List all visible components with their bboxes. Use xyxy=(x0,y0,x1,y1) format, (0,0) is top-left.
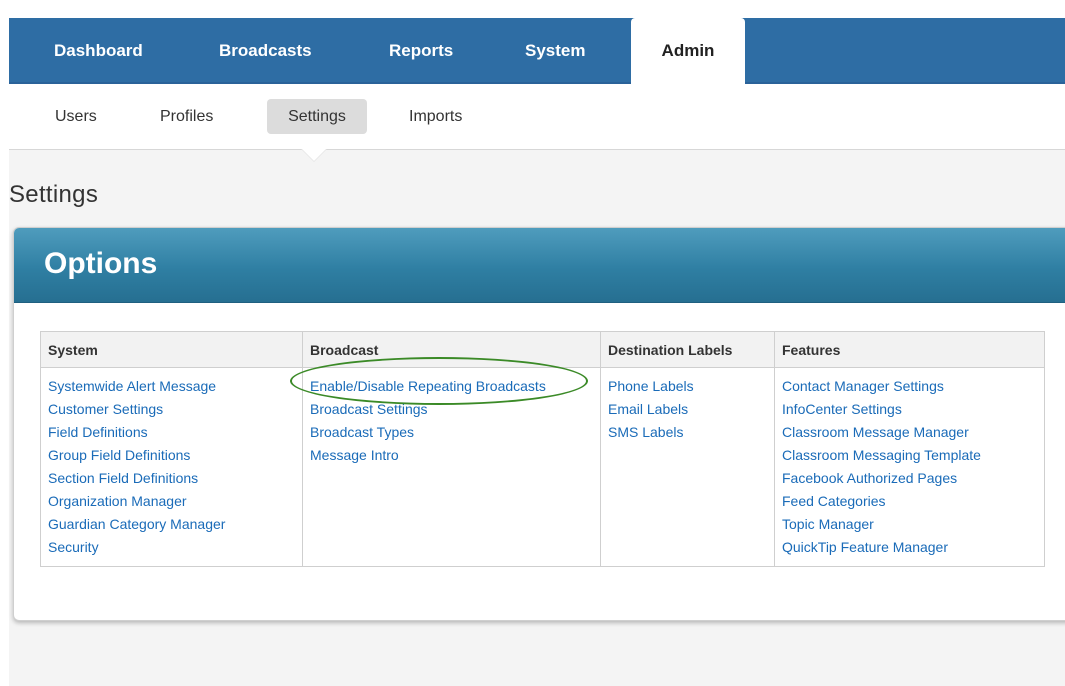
column-header-features: Features xyxy=(774,331,1045,368)
subnav-tab-imports[interactable]: Imports xyxy=(409,99,462,134)
link-section-field-definitions[interactable]: Section Field Definitions xyxy=(48,467,302,490)
system-links-cell: Systemwide Alert Message Customer Settin… xyxy=(40,367,303,567)
page-left-margin xyxy=(0,0,9,686)
link-enable-disable-repeating-broadcasts[interactable]: Enable/Disable Repeating Broadcasts xyxy=(310,375,600,398)
subnav-tab-settings[interactable]: Settings xyxy=(267,99,367,134)
nav-tab-reports[interactable]: Reports xyxy=(389,18,453,84)
page-title: Settings xyxy=(9,181,99,208)
page-top-margin xyxy=(0,0,1065,18)
link-group-field-definitions[interactable]: Group Field Definitions xyxy=(48,444,302,467)
column-header-system: System xyxy=(40,331,303,368)
primary-nav: Dashboard Broadcasts Reports System Admi… xyxy=(9,18,1065,86)
link-security[interactable]: Security xyxy=(48,536,302,559)
link-systemwide-alert-message[interactable]: Systemwide Alert Message xyxy=(48,375,302,398)
link-email-labels[interactable]: Email Labels xyxy=(608,398,774,421)
secondary-nav: Users Profiles Settings Imports xyxy=(9,84,1065,150)
link-organization-manager[interactable]: Organization Manager xyxy=(48,490,302,513)
active-subtab-pointer xyxy=(302,149,326,161)
link-classroom-message-manager[interactable]: Classroom Message Manager xyxy=(782,421,1044,444)
link-classroom-messaging-template[interactable]: Classroom Messaging Template xyxy=(782,444,1044,467)
subnav-tab-profiles[interactable]: Profiles xyxy=(160,99,213,134)
nav-tab-system[interactable]: System xyxy=(525,18,585,84)
link-infocenter-settings[interactable]: InfoCenter Settings xyxy=(782,398,1044,421)
broadcast-links-cell: Enable/Disable Repeating Broadcasts Broa… xyxy=(302,367,601,567)
link-quicktip-feature-manager[interactable]: QuickTip Feature Manager xyxy=(782,536,1044,559)
destination-labels-links-cell: Phone Labels Email Labels SMS Labels xyxy=(600,367,775,567)
link-message-intro[interactable]: Message Intro xyxy=(310,444,600,467)
nav-tab-broadcasts[interactable]: Broadcasts xyxy=(219,18,312,84)
link-facebook-authorized-pages[interactable]: Facebook Authorized Pages xyxy=(782,467,1044,490)
link-broadcast-settings[interactable]: Broadcast Settings xyxy=(310,398,600,421)
options-table-body-row: Systemwide Alert Message Customer Settin… xyxy=(40,367,1045,567)
options-panel-title: Options xyxy=(44,247,158,280)
options-panel-header: Options xyxy=(14,228,1065,303)
link-sms-labels[interactable]: SMS Labels xyxy=(608,421,774,444)
column-header-broadcast: Broadcast xyxy=(302,331,601,368)
nav-tab-admin[interactable]: Admin xyxy=(631,18,745,86)
link-contact-manager-settings[interactable]: Contact Manager Settings xyxy=(782,375,1044,398)
options-table-header-row: System Broadcast Destination Labels Feat… xyxy=(40,331,1045,368)
link-phone-labels[interactable]: Phone Labels xyxy=(608,375,774,398)
link-field-definitions[interactable]: Field Definitions xyxy=(48,421,302,444)
nav-tab-dashboard[interactable]: Dashboard xyxy=(54,18,143,84)
options-panel: Options System Broadcast Destination Lab… xyxy=(13,227,1065,621)
link-customer-settings[interactable]: Customer Settings xyxy=(48,398,302,421)
column-header-destination-labels: Destination Labels xyxy=(600,331,775,368)
link-topic-manager[interactable]: Topic Manager xyxy=(782,513,1044,536)
link-feed-categories[interactable]: Feed Categories xyxy=(782,490,1044,513)
options-table: System Broadcast Destination Labels Feat… xyxy=(40,331,1045,567)
subnav-tab-users[interactable]: Users xyxy=(55,99,97,134)
features-links-cell: Contact Manager Settings InfoCenter Sett… xyxy=(774,367,1045,567)
link-guardian-category-manager[interactable]: Guardian Category Manager xyxy=(48,513,302,536)
link-broadcast-types[interactable]: Broadcast Types xyxy=(310,421,600,444)
